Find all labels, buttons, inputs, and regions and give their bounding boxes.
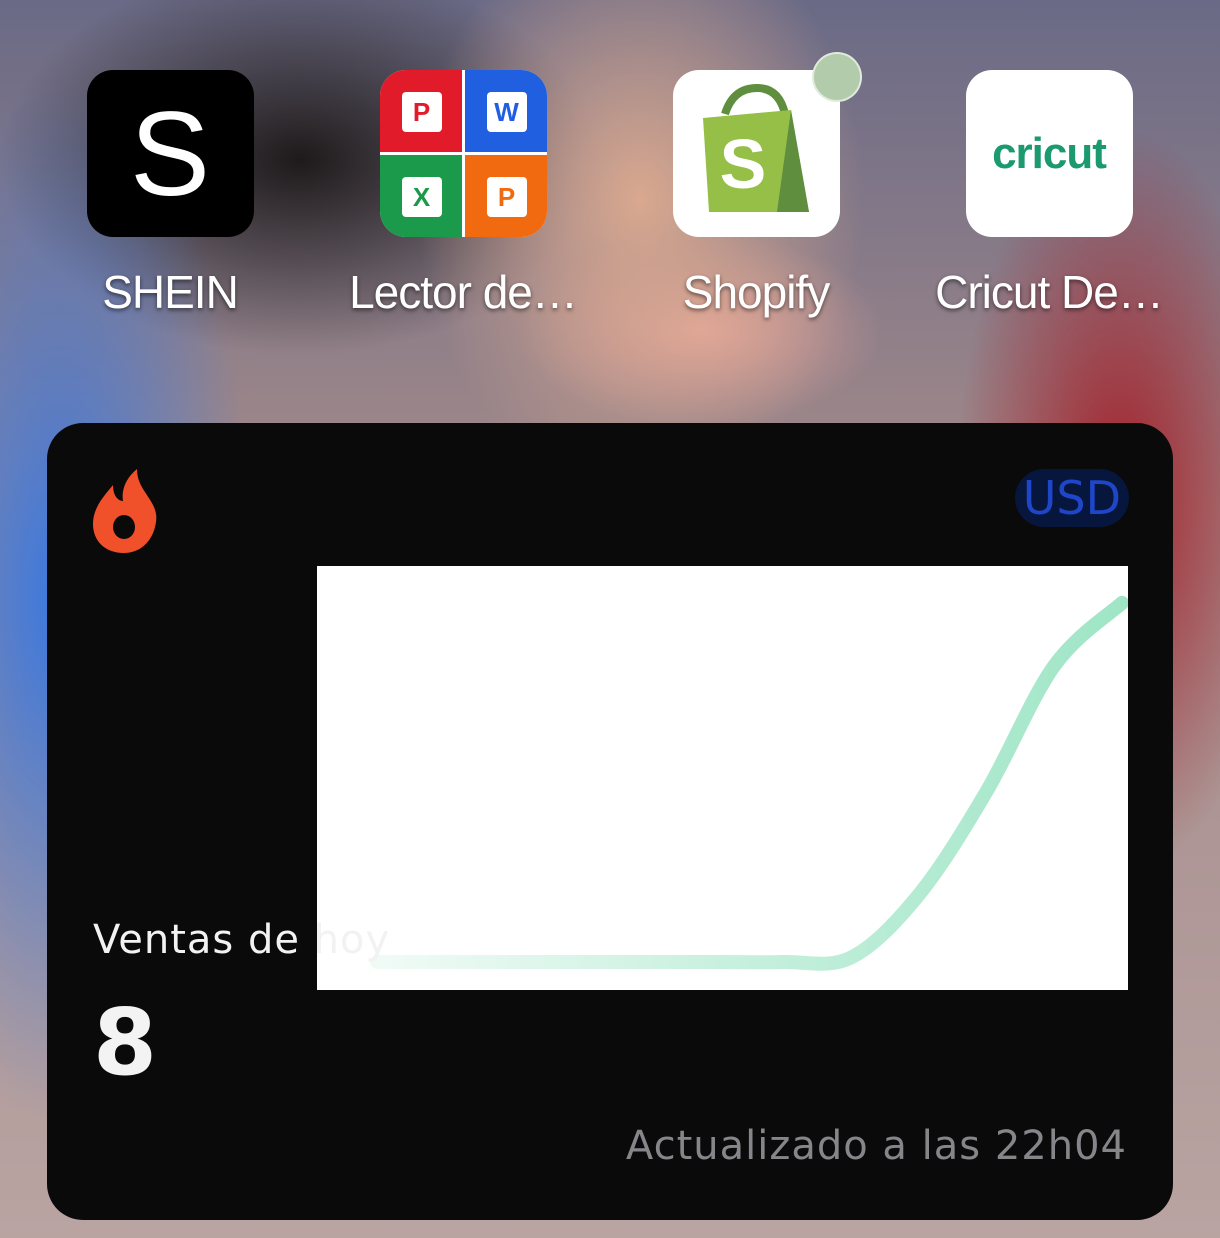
app-label-shopify: Shopify [682,266,830,318]
app-cricut[interactable]: cricut Cricut De… [929,70,1169,319]
shein-icon[interactable]: S [86,70,254,237]
shopify-bag-icon[interactable]: S [672,70,840,237]
cricut-icon[interactable]: cricut [965,70,1133,237]
sales-label: Ventas de hoy [93,917,391,963]
app-label-lector: Lector de… [349,266,578,318]
app-lector[interactable]: P W X P Lector de… [343,70,583,319]
sales-series-line [370,595,1128,971]
svg-text:S: S [719,125,766,203]
app-shopify[interactable]: S Shopify [636,70,876,319]
sales-line-chart [370,595,1128,971]
app-shein[interactable]: S SHEIN [50,70,290,319]
sales-widget[interactable]: USD Ventas de hoy 8 Actualizado a las 22… [47,423,1173,1220]
office-reader-icon[interactable]: P W X P [379,70,547,237]
app-label-shein: SHEIN [102,266,239,318]
notification-dot [812,52,862,102]
app-label-cricut: Cricut De… [935,266,1164,318]
updated-timestamp: Actualizado a las 22h04 [625,1123,1127,1169]
hotmart-flame-icon [93,469,157,553]
sales-chart [317,566,1128,990]
currency-badge[interactable]: USD [1014,469,1129,527]
sales-value: 8 [93,989,158,1096]
